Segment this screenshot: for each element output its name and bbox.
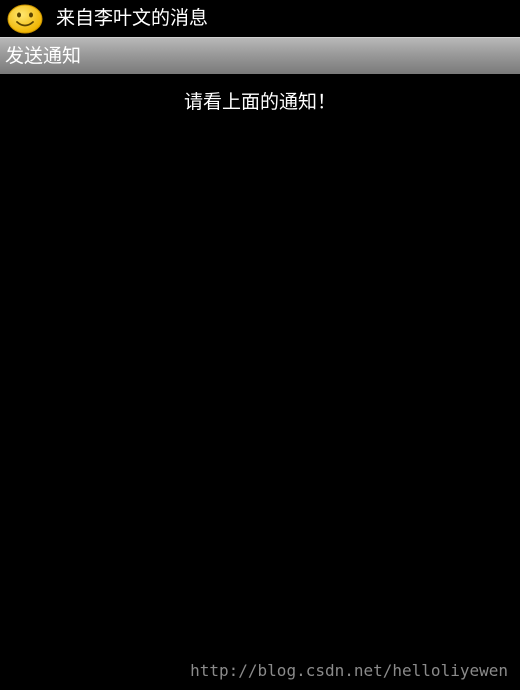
main-content: 请看上面的通知！ http://blog.csdn.net/helloliyew… (0, 74, 520, 690)
status-bar[interactable]: 来自李叶文的消息 (0, 0, 520, 37)
app-title-bar: 发送通知 (0, 37, 520, 74)
watermark: http://blog.csdn.net/helloliyewen (190, 661, 508, 680)
notification-title: 来自李叶文的消息 (56, 7, 209, 29)
smiley-icon (7, 4, 43, 34)
app-title: 发送通知 (5, 45, 82, 67)
message-text: 请看上面的通知！ (183, 91, 336, 113)
